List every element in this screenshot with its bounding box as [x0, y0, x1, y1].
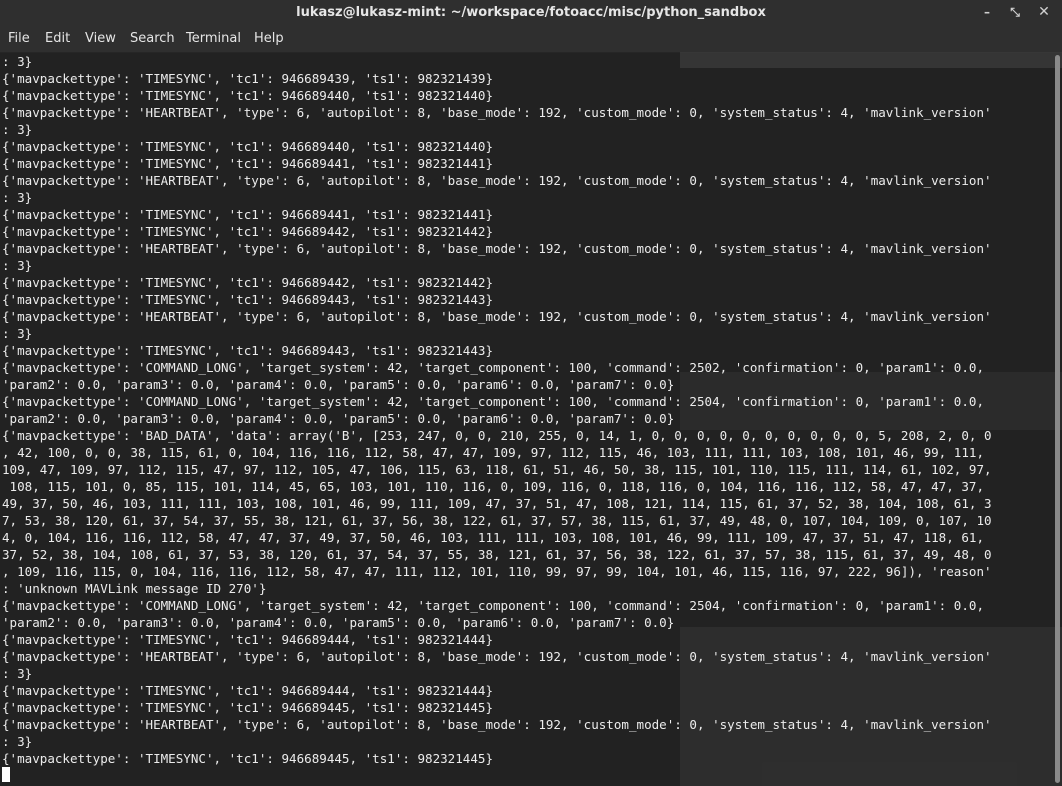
terminal-line: , 42, 100, 0, 0, 38, 115, 61, 0, 104, 11… [2, 445, 985, 460]
terminal-line: {'mavpackettype': 'TIMESYNC', 'tc1': 946… [2, 224, 494, 239]
terminal-line: {'mavpackettype': 'TIMESYNC', 'tc1': 946… [2, 88, 494, 103]
menu-search[interactable]: Search [130, 31, 175, 46]
terminal-line: {'mavpackettype': 'HEARTBEAT', 'type': 6… [2, 173, 992, 188]
terminal-line: 7, 53, 38, 120, 61, 37, 54, 37, 55, 38, … [2, 513, 992, 528]
terminal-line: {'mavpackettype': 'HEARTBEAT', 'type': 6… [2, 649, 992, 664]
terminal-line: : 3} [2, 54, 33, 69]
terminal-line: {'mavpackettype': 'TIMESYNC', 'tc1': 946… [2, 700, 494, 715]
terminal-line: : 3} [2, 122, 33, 137]
terminal-line: {'mavpackettype': 'COMMAND_LONG', 'targe… [2, 394, 985, 409]
minimize-icon[interactable]: – [977, 2, 997, 22]
terminal-line: {'mavpackettype': 'HEARTBEAT', 'type': 6… [2, 241, 992, 256]
terminal-line: {'mavpackettype': 'COMMAND_LONG', 'targe… [2, 360, 985, 375]
terminal-line: 'param2': 0.0, 'param3': 0.0, 'param4': … [2, 411, 675, 426]
terminal-line: 108, 115, 101, 0, 85, 115, 101, 114, 45,… [2, 479, 985, 494]
terminal-line: : 'unknown MAVLink message ID 270'} [2, 581, 267, 596]
menu-terminal[interactable]: Terminal [186, 31, 241, 46]
terminal-line: {'mavpackettype': 'TIMESYNC', 'tc1': 946… [2, 275, 494, 290]
terminal-line: {'mavpackettype': 'TIMESYNC', 'tc1': 946… [2, 156, 494, 171]
terminal-line: 'param2': 0.0, 'param3': 0.0, 'param4': … [2, 615, 675, 630]
terminal-line: 37, 52, 38, 104, 108, 61, 37, 53, 38, 12… [2, 547, 992, 562]
terminal-line: {'mavpackettype': 'TIMESYNC', 'tc1': 946… [2, 683, 494, 698]
terminal-line: 49, 37, 50, 46, 103, 111, 111, 103, 108,… [2, 496, 992, 511]
terminal-scrollbar[interactable] [1055, 55, 1060, 783]
terminal-line: , 109, 116, 115, 0, 104, 116, 116, 112, … [2, 564, 992, 579]
terminal-line: 109, 47, 109, 97, 112, 115, 47, 97, 112,… [2, 462, 992, 477]
menu-view[interactable]: View [85, 31, 116, 46]
terminal-line: {'mavpackettype': 'TIMESYNC', 'tc1': 946… [2, 139, 494, 154]
terminal-window: lukasz@lukasz-mint: ~/workspace/fotoacc/… [0, 0, 1062, 786]
close-icon[interactable]: ✕ [1034, 2, 1054, 22]
terminal-line: : 3} [2, 666, 33, 681]
terminal-line: {'mavpackettype': 'TIMESYNC', 'tc1': 946… [2, 71, 494, 86]
terminal-line: {'mavpackettype': 'TIMESYNC', 'tc1': 946… [2, 751, 494, 766]
terminal-line: {'mavpackettype': 'TIMESYNC', 'tc1': 946… [2, 343, 494, 358]
text-cursor [2, 767, 10, 782]
terminal-line: : 3} [2, 190, 33, 205]
terminal-line: 'param2': 0.0, 'param3': 0.0, 'param4': … [2, 377, 675, 392]
terminal-line: {'mavpackettype': 'TIMESYNC', 'tc1': 946… [2, 292, 494, 307]
menu-edit[interactable]: Edit [45, 31, 70, 46]
terminal-line: {'mavpackettype': 'HEARTBEAT', 'type': 6… [2, 105, 992, 120]
menu-file[interactable]: File [8, 31, 30, 46]
menu-help[interactable]: Help [254, 31, 284, 46]
terminal-line: {'mavpackettype': 'HEARTBEAT', 'type': 6… [2, 309, 992, 324]
terminal-line: {'mavpackettype': 'COMMAND_LONG', 'targe… [2, 598, 985, 613]
window-title: lukasz@lukasz-mint: ~/workspace/fotoacc/… [296, 5, 766, 20]
menu-bar: File Edit View Search Terminal Help [0, 26, 1062, 53]
terminal-line: {'mavpackettype': 'BAD_DATA', 'data': ar… [2, 428, 992, 443]
maximize-icon[interactable]: ⤡ [1005, 2, 1025, 22]
terminal-line: : 3} [2, 258, 33, 273]
terminal-line: {'mavpackettype': 'HEARTBEAT', 'type': 6… [2, 717, 992, 732]
terminal-line: : 3} [2, 326, 33, 341]
terminal-line: : 3} [2, 734, 33, 749]
terminal-line: {'mavpackettype': 'TIMESYNC', 'tc1': 946… [2, 632, 494, 647]
prompt-line[interactable] [2, 767, 1062, 784]
title-bar[interactable]: lukasz@lukasz-mint: ~/workspace/fotoacc/… [0, 0, 1062, 26]
terminal-line: 4, 0, 104, 116, 116, 112, 58, 47, 47, 37… [2, 530, 985, 545]
terminal-output[interactable]: : 3} {'mavpackettype': 'TIMESYNC', 'tc1':… [0, 53, 1062, 786]
terminal-line: {'mavpackettype': 'TIMESYNC', 'tc1': 946… [2, 207, 494, 222]
